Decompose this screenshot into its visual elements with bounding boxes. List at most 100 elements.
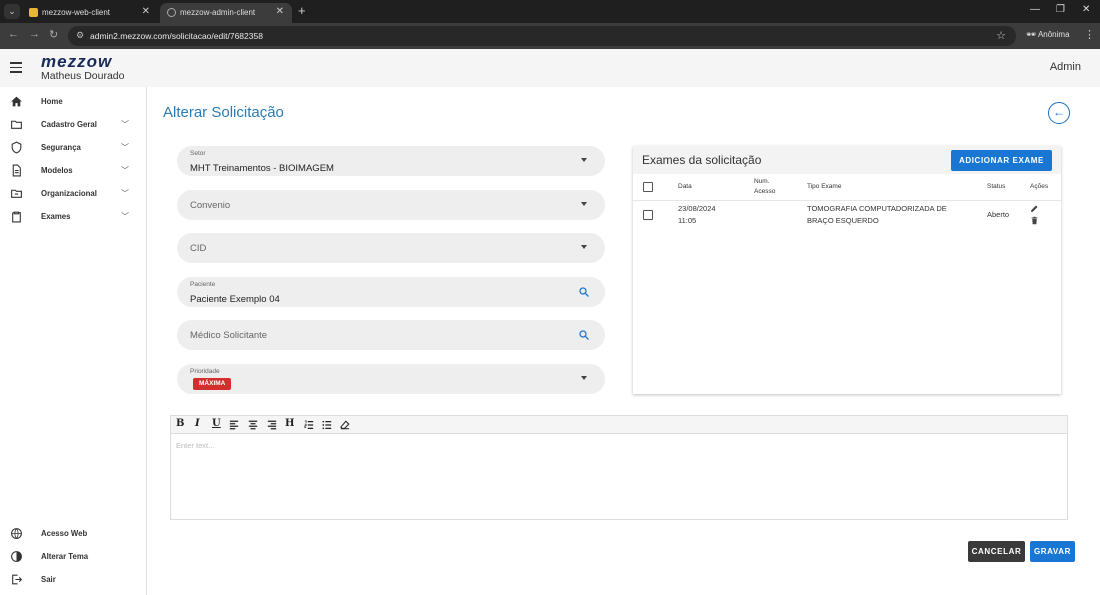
bullet-list-icon[interactable] [322,420,332,430]
cid-placeholder: CID [190,243,207,254]
incognito-icon: 🕶 [1026,30,1037,39]
url-field[interactable]: ⚙ admin2.mezzow.com/solicitacao/edit/768… [68,26,1016,46]
cancel-button[interactable]: CANCELAR [968,541,1025,562]
browser-tab-admin-client[interactable]: mezzow-admin-client ✕ [160,3,292,23]
profile-label: Anônima [1037,30,1070,39]
sidebar-item-cadastro-geral[interactable]: Cadastro Geral ﹀ [0,114,146,137]
dropdown-arrow-icon [581,202,587,206]
bold-icon[interactable]: B [176,418,184,429]
back-button[interactable]: ← [1048,102,1070,124]
sidebar-item-acesso-web[interactable]: Acesso Web [0,523,146,546]
prioridade-badge: MÁXIMA [193,378,232,390]
align-center-icon[interactable] [248,420,258,430]
close-window-icon[interactable]: ✕ [1082,4,1090,15]
prioridade-select[interactable]: Prioridade MÁXIMA [177,364,605,394]
chevron-down-icon: ﹀ [121,120,129,129]
sidebar-item-seguranca[interactable]: Segurança ﹀ [0,137,146,160]
column-header-tipo-exame: Tipo Exame [807,183,842,190]
new-tab-icon[interactable]: + [298,3,306,18]
reload-icon[interactable]: ↻ [49,28,58,41]
close-tab-icon[interactable]: ✕ [142,6,150,17]
medico-solicitante-field[interactable]: Médico Solicitante [177,320,605,350]
eraser-icon[interactable] [340,420,350,430]
restore-icon[interactable]: ❐ [1056,4,1065,15]
sidebar-item-home[interactable]: Home [0,91,146,114]
dropdown-arrow-icon [581,245,587,249]
convenio-select[interactable]: Convenio [177,190,605,220]
chevron-down-icon: ﹀ [121,166,129,175]
back-arrow-icon[interactable]: ← [8,28,19,40]
arrow-left-icon: ← [1053,105,1065,119]
paciente-field[interactable]: Paciente Paciente Exemplo 04 [177,277,605,307]
url-text: admin2.mezzow.com/solicitacao/edit/76823… [90,31,263,41]
add-exam-button[interactable]: ADICIONAR EXAME [951,150,1052,171]
admin-menu[interactable]: Admin [1050,61,1081,73]
browser-menu-icon[interactable]: ⋮ [1084,28,1095,41]
row-status: Aberto [987,210,1010,219]
folder-icon [11,120,22,129]
sidebar-item-sair[interactable]: Sair [0,569,146,592]
home-icon [11,96,22,107]
paciente-label: Paciente [190,281,216,288]
heading-icon[interactable]: H [285,418,294,429]
app-logo: mezzow [41,52,113,71]
italic-icon[interactable]: I [195,418,200,429]
folder-org-icon [11,189,22,198]
sidebar-item-modelos[interactable]: Modelos ﹀ [0,160,146,183]
close-tab-icon[interactable]: ✕ [276,6,284,17]
select-all-checkbox[interactable] [643,182,653,192]
align-right-icon[interactable] [267,420,277,430]
exams-title: Exames da solicitação [642,153,762,167]
sidebar-item-label: Cadastro Geral [41,120,97,129]
app-header: mezzow Matheus Dourado Admin [0,49,1100,87]
editor-text-area[interactable]: Enter text... [176,441,214,450]
hamburger-menu-icon[interactable] [10,62,22,73]
search-icon[interactable] [578,286,590,298]
browser-tab-web-client[interactable]: mezzow-web-client ✕ [22,3,158,23]
sidebar-item-exames[interactable]: Exames ﹀ [0,206,146,229]
delete-trash-icon[interactable] [1030,216,1039,225]
paciente-value: Paciente Exemplo 04 [190,294,280,305]
row-tipo-exame-cont: BRAÇO ESQUERDO [807,216,879,225]
dropdown-arrow-icon [581,158,587,162]
document-icon [12,164,21,177]
site-settings-icon[interactable]: ⚙ [76,30,84,41]
incognito-profile[interactable]: 🕶 Anônima [1026,30,1070,39]
bookmark-star-icon[interactable]: ☆ [996,29,1006,42]
tab-title: mezzow-web-client [42,8,111,17]
sidebar-item-label: Exames [41,212,71,221]
row-checkbox[interactable] [643,210,653,220]
column-header-status: Status [987,183,1006,190]
clipboard-icon [12,211,21,223]
setor-select[interactable]: Setor MHT Treinamentos - BIOIMAGEM [177,146,605,176]
shield-icon [11,141,22,154]
tab-search-icon[interactable]: ⌄ [4,4,20,19]
minimize-icon[interactable]: — [1030,4,1040,15]
globe-icon [11,528,22,540]
sidebar-item-label: Acesso Web [41,529,88,538]
tab-title: mezzow-admin-client [180,8,256,17]
page-title: Alterar Solicitação [163,104,284,121]
ordered-list-icon[interactable] [304,420,314,430]
forward-arrow-icon[interactable]: → [29,28,40,40]
align-left-icon[interactable] [229,420,239,430]
header-divider [633,200,1061,201]
underline-icon[interactable]: U [212,418,221,429]
sidebar-item-alterar-tema[interactable]: Alterar Tema [0,546,146,569]
prioridade-label: Prioridade [190,368,220,375]
editor-toolbar: B I U H [171,416,1067,434]
logout-icon [12,574,23,585]
edit-pencil-icon[interactable] [1030,204,1039,213]
sidebar-item-label: Alterar Tema [41,552,89,561]
save-button[interactable]: GRAVAR [1030,541,1075,562]
column-header-num: Num. [754,178,770,185]
browser-tab-bar: ⌄ mezzow-web-client ✕ mezzow-admin-clien… [0,0,1100,23]
exams-header: Exames da solicitação ADICIONAR EXAME [633,146,1061,174]
column-header-acoes: Ações [1030,183,1049,190]
sidebar-item-organizacional[interactable]: Organizacional ﹀ [0,183,146,206]
chevron-down-icon: ﹀ [121,143,129,152]
exams-panel: Exames da solicitação ADICIONAR EXAME Da… [633,146,1061,394]
browser-address-bar: ← → ↻ ⚙ admin2.mezzow.com/solicitacao/ed… [0,23,1100,49]
cid-select[interactable]: CID [177,233,605,263]
search-icon[interactable] [578,329,590,341]
